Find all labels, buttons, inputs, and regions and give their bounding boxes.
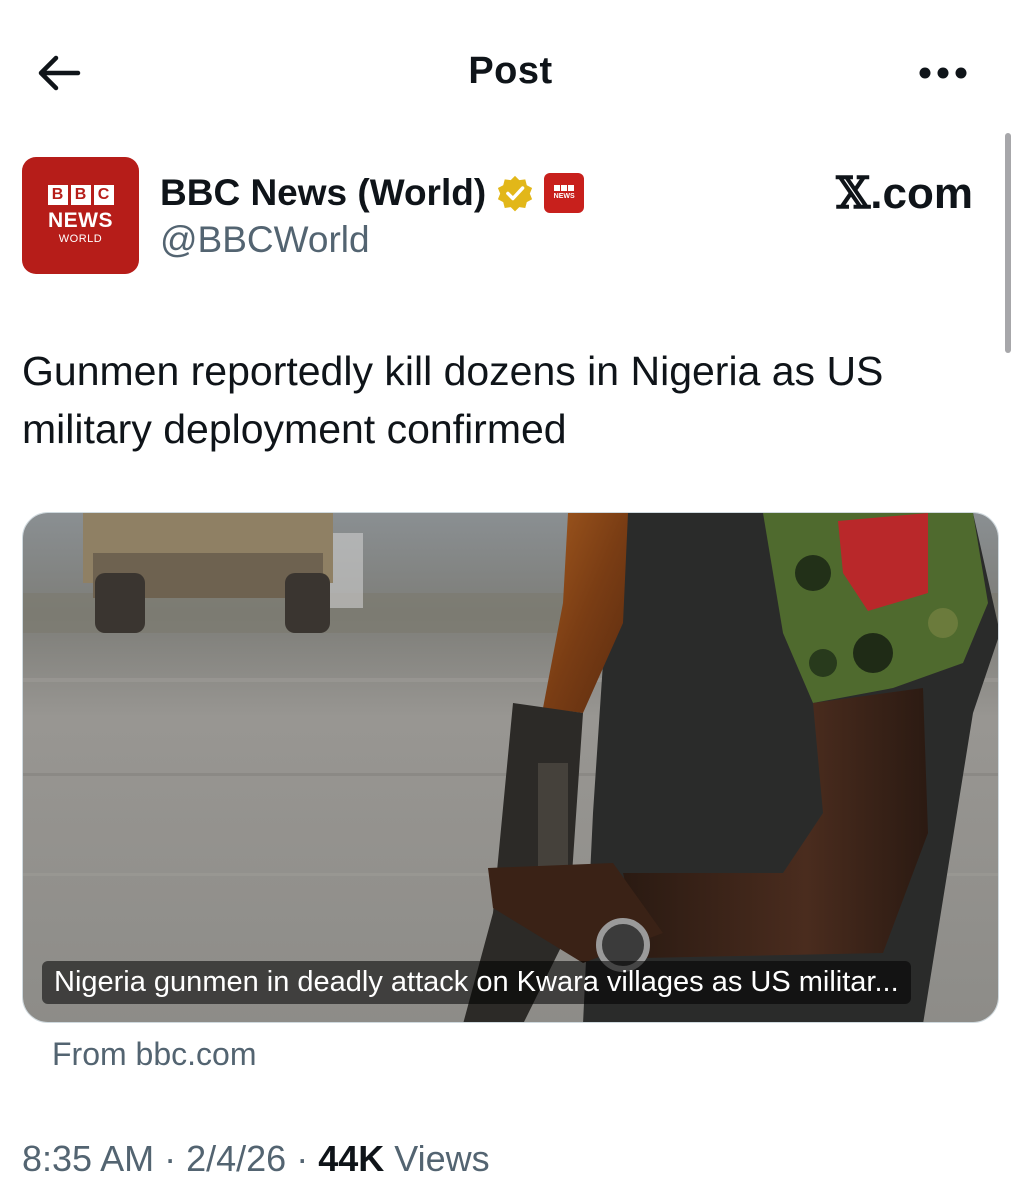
views-count: 44K xyxy=(318,1138,385,1179)
bbc-block: B xyxy=(70,185,91,205)
more-horizontal-icon xyxy=(919,67,967,79)
top-bar: Post xyxy=(0,0,1021,140)
post-meta: 8:35 AM · 2/4/26 · 44K Views xyxy=(22,1138,490,1180)
bbc-block: C xyxy=(93,185,114,205)
more-options-button[interactable] xyxy=(913,58,973,88)
post-time[interactable]: 8:35 AM xyxy=(22,1138,154,1179)
card-source-link[interactable]: From bbc.com xyxy=(52,1036,256,1073)
avatar[interactable]: B B C NEWS WORLD xyxy=(22,157,139,274)
author-name-row: BBC News (World) NEWS xyxy=(160,170,585,216)
avatar-news-text: NEWS xyxy=(48,209,113,232)
link-card[interactable]: Nigeria gunmen in deadly attack on Kwara… xyxy=(22,512,999,1023)
bbc-block: B xyxy=(47,185,68,205)
page-title: Post xyxy=(468,50,553,92)
scrollbar[interactable] xyxy=(1005,133,1011,353)
verified-badge-icon[interactable] xyxy=(496,174,534,212)
affiliate-badge[interactable]: NEWS xyxy=(544,173,585,213)
card-caption: Nigeria gunmen in deadly attack on Kwara… xyxy=(42,961,911,1004)
views-label: Views xyxy=(394,1138,490,1179)
mini-bbc-blocks xyxy=(554,185,575,191)
post-page: Post B B C NEWS WORLD BBC News (World) N… xyxy=(0,0,1021,1200)
affiliate-badge-text: NEWS xyxy=(553,193,575,200)
meta-separator: · xyxy=(154,1138,187,1179)
card-image xyxy=(23,513,998,1022)
bbc-logo-blocks: B B C xyxy=(47,185,114,205)
meta-separator: · xyxy=(286,1138,319,1179)
author-display-name[interactable]: BBC News (World) xyxy=(160,172,486,214)
source-watermark: 𝕏 .com xyxy=(836,168,973,219)
source-domain-suffix: .com xyxy=(870,169,973,218)
author-handle[interactable]: @BBCWorld xyxy=(160,219,370,261)
x-logo-icon: 𝕏 xyxy=(836,168,871,219)
post-text: Gunmen reportedly kill dozens in Nigeria… xyxy=(22,348,884,452)
avatar-world-text: WORLD xyxy=(58,233,103,245)
post-date[interactable]: 2/4/26 xyxy=(186,1138,286,1179)
